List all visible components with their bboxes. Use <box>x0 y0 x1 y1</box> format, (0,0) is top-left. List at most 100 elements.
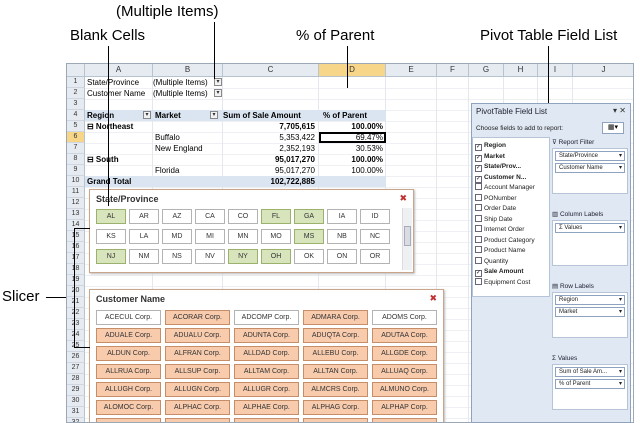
field-checkbox[interactable] <box>475 225 482 232</box>
customer-slicer-item[interactable]: ALLUGN Corp. <box>165 382 230 397</box>
column-header-i[interactable]: I <box>538 64 573 77</box>
customer-slicer-item[interactable]: ALLRUA Corp. <box>96 364 161 379</box>
state-slicer-item[interactable]: GA <box>294 209 324 224</box>
state-slicer-item[interactable]: FL <box>261 209 291 224</box>
customer-slicer-item[interactable]: ALMCRS Corp. <box>303 382 368 397</box>
pivot-cell-c[interactable]: 95,017,270 <box>223 165 315 176</box>
filter-customer-dropdown-icon[interactable]: ▾ <box>214 89 222 97</box>
pill-dropdown-icon[interactable]: ▾ <box>619 164 622 172</box>
row-header-4[interactable]: 4 <box>67 110 85 121</box>
field-item[interactable]: ✓ Customer N... <box>475 173 526 183</box>
customer-slicer-item[interactable]: ALLTAN Corp. <box>303 364 368 379</box>
customer-slicer-item[interactable]: ALLDAD Corp. <box>234 346 299 361</box>
field-item[interactable]: Quantity <box>475 256 508 267</box>
state-slicer-item[interactable]: NS <box>162 249 192 264</box>
field-checkbox[interactable] <box>475 214 482 222</box>
column-header-e[interactable]: E <box>386 64 437 77</box>
state-slicer-item[interactable]: NM <box>129 249 159 264</box>
column-header-d[interactable]: D <box>319 64 386 77</box>
customer-slicer-item[interactable]: ADUTAA Corp. <box>372 328 437 343</box>
row-header-27[interactable]: 27 <box>67 363 85 374</box>
pill-dropdown-icon[interactable]: ▾ <box>619 152 622 160</box>
field-item[interactable]: Account Manager <box>475 183 535 193</box>
column-header-j[interactable]: J <box>573 64 633 77</box>
state-slicer-item[interactable]: NV <box>195 249 225 264</box>
column-header-f[interactable]: F <box>437 64 469 77</box>
row-header-1[interactable]: 1 <box>67 77 85 88</box>
pivot-cell-a[interactable]: Grand Total <box>87 176 131 187</box>
row-header-6[interactable]: 6 <box>67 132 85 143</box>
filter-state-dropdown-icon[interactable]: ▾ <box>214 78 222 86</box>
field-item[interactable]: Product Name <box>475 246 526 256</box>
column-header-g[interactable]: G <box>469 64 504 77</box>
column-header-h[interactable]: H <box>504 64 538 77</box>
column-header-b[interactable]: B <box>153 64 223 77</box>
state-slicer-item[interactable]: LA <box>129 229 159 244</box>
area-field-pill[interactable]: State/Province ▾ <box>555 151 625 161</box>
pill-dropdown-icon[interactable]: ▾ <box>619 224 622 232</box>
state-slicer-item[interactable]: CO <box>228 209 258 224</box>
pivot-cell-b[interactable]: Florida <box>155 165 179 176</box>
row-header-31[interactable]: 31 <box>67 407 85 418</box>
state-slicer-item[interactable]: MN <box>228 229 258 244</box>
customer-slicer-item[interactable]: ALPHAC Corp. <box>165 400 230 415</box>
area-field-pill[interactable]: Market ▾ <box>555 307 625 317</box>
customer-slicer-item[interactable]: ADUNTA Corp. <box>234 328 299 343</box>
row-header-9[interactable]: 9 <box>67 165 85 176</box>
customer-slicer-item[interactable]: ALFRAN Corp. <box>165 346 230 361</box>
customer-slicer-item[interactable]: ALOMOC Corp. <box>96 400 161 415</box>
field-list-close-icon[interactable]: ▾ ✕ <box>613 106 626 115</box>
row-header-24[interactable]: 24 <box>67 330 85 341</box>
customer-slicer-clear-filter-icon[interactable]: ✖ <box>429 293 437 304</box>
customer-slicer-item[interactable]: ALPHOR Corp. <box>165 418 230 422</box>
row-header-29[interactable]: 29 <box>67 385 85 396</box>
field-checkbox[interactable] <box>475 246 482 253</box>
row-header-2[interactable]: 2 <box>67 88 85 99</box>
row-header-5[interactable]: 5 <box>67 121 85 132</box>
customer-slicer-item[interactable]: ALPHOG Corp. <box>96 418 161 422</box>
pill-dropdown-icon[interactable]: ▾ <box>619 368 622 376</box>
customer-slicer-item[interactable]: ALLEBU Corp. <box>303 346 368 361</box>
state-slicer-item[interactable]: MI <box>195 229 225 244</box>
area-field-pill[interactable]: Sum of Sale Am... ▾ <box>555 367 625 377</box>
customer-slicer[interactable]: Customer Name ✖ ACECUL Corp. ACORAR Corp.… <box>89 289 444 422</box>
zone-cl-box[interactable]: Σ Values ▾ <box>552 220 628 266</box>
row-header-15[interactable]: 15 <box>67 231 85 242</box>
customer-slicer-item[interactable]: ADUQTA Corp. <box>303 328 368 343</box>
state-slicer-item[interactable]: NY <box>228 249 258 264</box>
row-header-22[interactable]: 22 <box>67 308 85 319</box>
customer-slicer-item[interactable]: ALLUGR Corp. <box>234 382 299 397</box>
state-slicer-item[interactable]: AL <box>96 209 126 224</box>
state-slicer-item[interactable]: IA <box>327 209 357 224</box>
field-checkbox[interactable] <box>475 183 482 190</box>
pivot-cell-d[interactable]: 30.53% <box>319 143 383 154</box>
state-slicer-clear-filter-icon[interactable]: ✖ <box>399 193 407 204</box>
market-dropdown-icon[interactable]: ▾ <box>210 111 218 119</box>
state-slicer-item[interactable]: CA <box>195 209 225 224</box>
pivot-cell-d[interactable]: 100.00% <box>319 121 383 132</box>
pivot-cell-d[interactable]: 100.00% <box>319 165 383 176</box>
state-slicer-item[interactable]: OH <box>261 249 291 264</box>
pivot-cell-c[interactable]: 102,722,885 <box>223 176 316 187</box>
customer-slicer-item[interactable]: ACORAR Corp. <box>165 310 230 325</box>
select-all-corner[interactable] <box>67 64 85 77</box>
pivot-cell-a[interactable]: ⊟ Northeast <box>87 121 133 132</box>
customer-slicer-item[interactable]: ADOMS Corp. <box>372 310 437 325</box>
field-item[interactable]: Ship Date <box>475 214 513 225</box>
area-field-pill[interactable]: Region ▾ <box>555 295 625 305</box>
row-header-21[interactable]: 21 <box>67 297 85 308</box>
pivot-cell-b[interactable]: Buffalo <box>155 132 180 143</box>
customer-slicer-item[interactable]: ALDUN Corp. <box>96 346 161 361</box>
row-header-19[interactable]: 19 <box>67 275 85 286</box>
area-field-pill[interactable]: % of Parent ▾ <box>555 379 625 389</box>
customer-slicer-item[interactable]: ALSEA Corp. <box>234 418 299 422</box>
state-slicer-item[interactable]: ID <box>360 209 390 224</box>
area-field-pill[interactable]: Customer Name ▾ <box>555 163 625 173</box>
customer-slicer-item[interactable]: ALLTAM Corp. <box>234 364 299 379</box>
field-item[interactable]: ✓ Region <box>475 141 506 151</box>
field-item[interactable]: Internet Order <box>475 225 524 235</box>
field-item[interactable]: ✓ Sale Amount <box>475 267 524 277</box>
field-checkbox[interactable] <box>475 193 482 201</box>
pivot-cell-c[interactable]: 2,352,193 <box>223 143 315 154</box>
pivot-cell-a[interactable]: ⊟ South <box>87 154 119 165</box>
